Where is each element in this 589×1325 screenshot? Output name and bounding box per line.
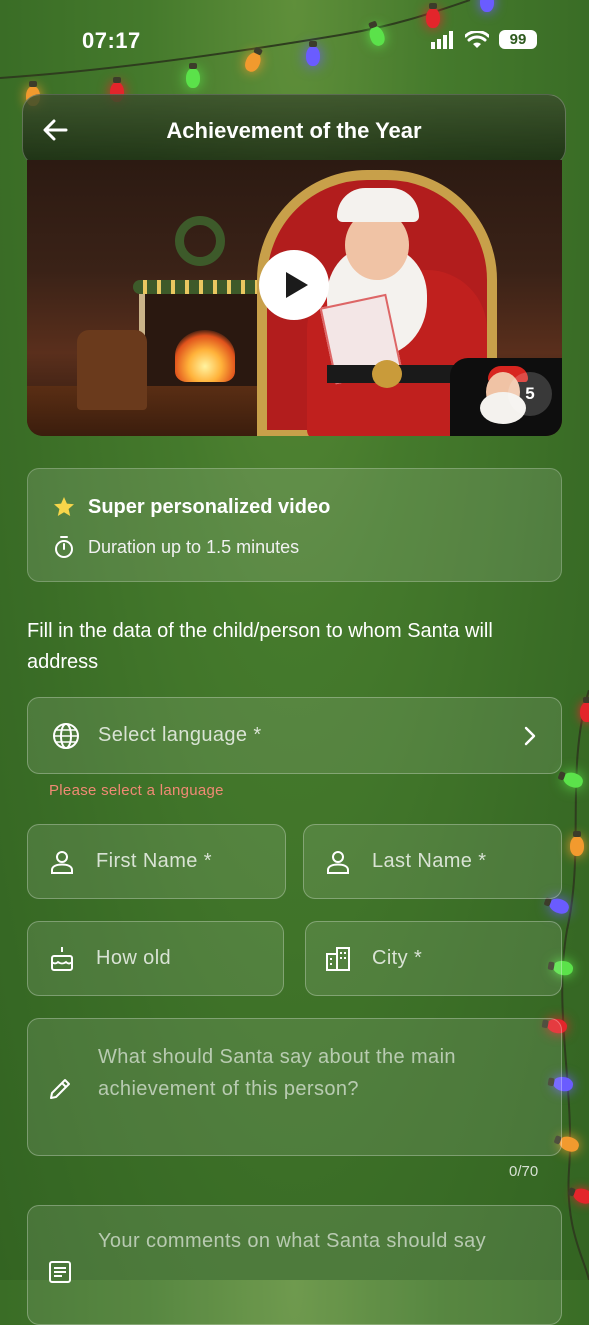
- star-icon: [54, 497, 74, 516]
- info-duration: Duration up to 1.5 minutes: [88, 536, 300, 557]
- language-select[interactable]: Select language *: [27, 697, 562, 774]
- last-name-field[interactable]: Last Name *: [303, 824, 562, 899]
- stopwatch-icon: [55, 536, 73, 558]
- light-bulb: [186, 63, 200, 88]
- light-bulb: [580, 697, 589, 722]
- light-bulb: [306, 41, 320, 66]
- status-icons: 99: [431, 30, 537, 49]
- language-placeholder: Select language *: [98, 724, 262, 746]
- age-field[interactable]: How old: [27, 921, 284, 996]
- info-title: Super personalized video: [88, 495, 331, 518]
- notes-icon: [44, 1256, 76, 1288]
- belt-buckle: [372, 360, 402, 388]
- form-prompt: Fill in the data of the child/person to …: [27, 620, 493, 673]
- city-icon: [322, 943, 354, 975]
- signal-icon: [431, 30, 453, 49]
- person-icon: [46, 846, 78, 878]
- wifi-icon: [465, 30, 489, 48]
- comments-textarea[interactable]: Your comments on what Santa should say: [27, 1205, 562, 1325]
- light-bulb: [570, 831, 584, 856]
- city-placeholder: City *: [372, 947, 423, 969]
- achievement-textarea[interactable]: What should Santa say about the main ach…: [27, 1018, 562, 1156]
- chevron-right-icon: [524, 726, 536, 746]
- santa-hat: [337, 188, 419, 222]
- language-error: Please select a language: [49, 782, 224, 799]
- person-icon: [322, 846, 354, 878]
- info-row-title: Super personalized video: [52, 495, 330, 519]
- pencil-icon: [44, 1073, 76, 1105]
- age-placeholder: How old: [96, 947, 172, 969]
- info-card: Super personalized video Duration up to …: [27, 468, 562, 582]
- comments-placeholder: Your comments on what Santa should say: [98, 1230, 487, 1252]
- wreath-decoration: [175, 216, 225, 266]
- back-arrow-icon: [43, 119, 68, 141]
- armchair: [77, 330, 147, 410]
- fire: [175, 330, 235, 382]
- video-preview[interactable]: 5: [27, 160, 562, 436]
- first-name-placeholder: First Name *: [96, 850, 212, 872]
- play-icon: [286, 272, 308, 298]
- globe-icon: [50, 720, 82, 752]
- cake-icon: [46, 943, 78, 975]
- back-button[interactable]: [23, 94, 87, 166]
- play-button[interactable]: [259, 250, 329, 320]
- app-header: Achievement of the Year: [22, 94, 566, 166]
- last-name-placeholder: Last Name *: [372, 850, 487, 872]
- achievement-placeholder: What should Santa say about the main ach…: [98, 1046, 456, 1100]
- count-badge: 5: [508, 372, 552, 416]
- fireplace: [139, 286, 271, 398]
- info-row-duration: Duration up to 1.5 minutes: [52, 535, 299, 559]
- city-field[interactable]: City *: [305, 921, 562, 996]
- santa-mini-thumbnail: 5: [450, 358, 562, 436]
- page-title: Achievement of the Year: [166, 118, 422, 143]
- first-name-field[interactable]: First Name *: [27, 824, 286, 899]
- garland: [133, 280, 273, 294]
- achievement-counter: 0/70: [509, 1163, 539, 1180]
- status-time: 07:17: [82, 28, 141, 53]
- battery-icon: 99: [499, 30, 537, 49]
- light-bulb: [426, 3, 440, 28]
